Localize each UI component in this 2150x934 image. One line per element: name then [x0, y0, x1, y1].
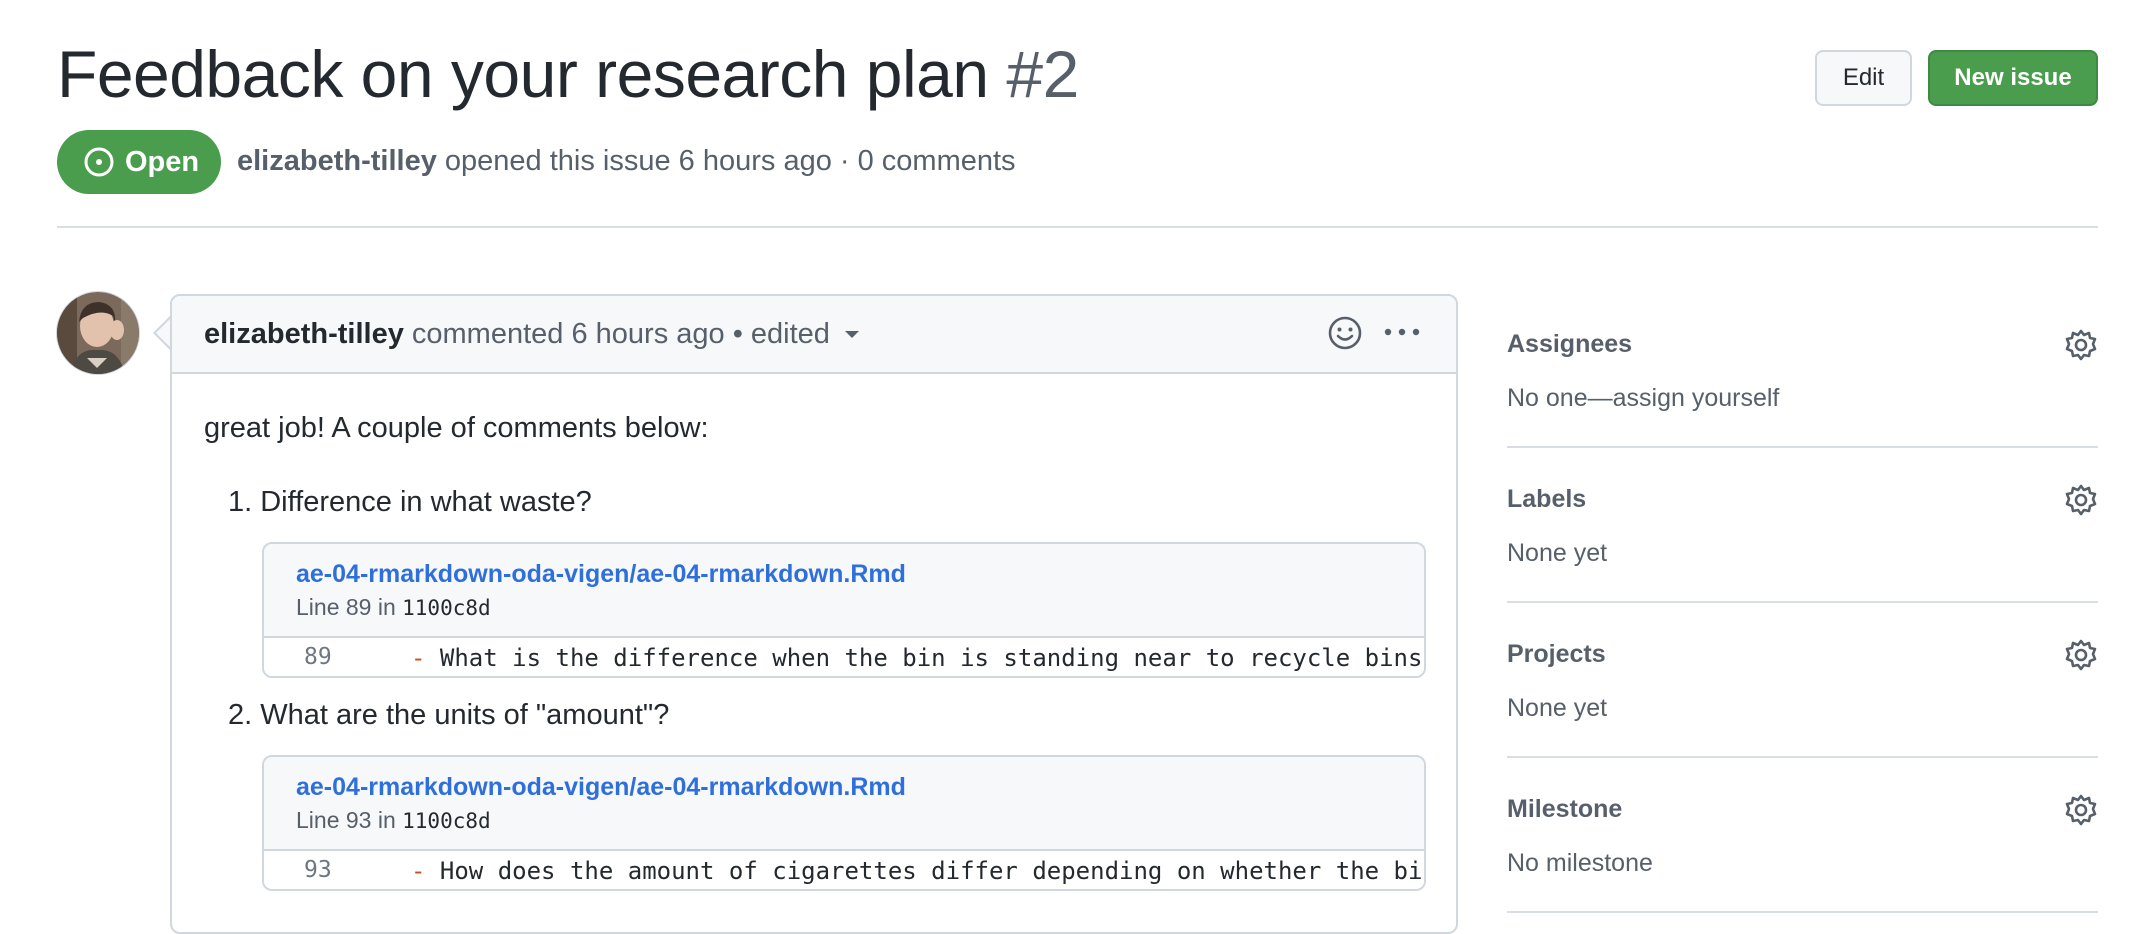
code-text: - How does the amount of cigarettes diff…: [411, 857, 1424, 885]
projects-value: None yet: [1507, 694, 1608, 722]
comment-intro: great job! A couple of comments below:: [204, 412, 709, 444]
milestone-value: No milestone: [1507, 849, 1653, 877]
status-label: Open: [125, 145, 200, 178]
issue-number: #2: [1006, 37, 1079, 111]
avatar-image: [57, 292, 139, 374]
sidebar-divider: [1507, 601, 2098, 603]
sidebar-divider: [1507, 446, 2098, 448]
new-issue-button[interactable]: New issue: [1928, 50, 2098, 106]
gear-icon[interactable]: [2064, 483, 2098, 517]
line-label: Line 93 in: [296, 807, 396, 833]
code-reference-2: ae-04-rmarkdown-oda-vigen/ae-04-rmarkdow…: [262, 755, 1426, 891]
comment-author-link[interactable]: elizabeth-tilley: [204, 318, 404, 350]
gear-icon[interactable]: [2064, 328, 2098, 362]
code-content: What is the difference when the bin is s…: [439, 644, 1423, 672]
code-line: 93 - How does the amount of cigarettes d…: [264, 851, 1424, 889]
sidebar-divider: [1507, 911, 2098, 913]
gear-icon[interactable]: [2064, 638, 2098, 672]
code-dash: -: [411, 857, 426, 885]
issue-open-icon: [84, 147, 114, 177]
comment-meta: elizabeth-tilley commented 6 hours ago •…: [204, 318, 860, 351]
list-item: 2. What are the units of "amount"?: [228, 699, 670, 731]
comment-box: elizabeth-tilley commented 6 hours ago •…: [170, 294, 1458, 934]
comment-time[interactable]: commented 6 hours ago: [412, 318, 725, 350]
sidebar-milestone: Milestone No milestone: [1507, 791, 2098, 913]
sidebar-labels: Labels None yet: [1507, 481, 2098, 603]
issue-author-link[interactable]: elizabeth-tilley: [237, 145, 437, 177]
smiley-reaction-icon[interactable]: [1327, 315, 1363, 351]
edited-dropdown[interactable]: • edited: [733, 318, 860, 350]
projects-title: Projects: [1507, 640, 1606, 668]
status-badge: Open: [57, 130, 221, 194]
issue-meta: elizabeth-tilley opened this issue 6 hou…: [237, 145, 1016, 178]
sidebar-projects: Projects None yet: [1507, 636, 2098, 758]
gear-icon[interactable]: [2064, 793, 2098, 827]
file-path-link[interactable]: ae-04-rmarkdown-oda-vigen/ae-04-rmarkdow…: [296, 773, 906, 802]
assign-yourself-link[interactable]: No one—assign yourself: [1507, 384, 1779, 413]
line-number: 93: [304, 857, 332, 883]
issue-title: Feedback on your research plan #2: [57, 36, 1079, 112]
comment-header: elizabeth-tilley commented 6 hours ago •…: [172, 296, 1456, 374]
avatar[interactable]: [56, 291, 140, 375]
code-text: - What is the difference when the bin is…: [411, 644, 1422, 672]
issue-title-text: Feedback on your research plan: [57, 37, 989, 111]
commit-sha-link[interactable]: 1100c8d: [402, 596, 491, 620]
code-line: 89 - What is the difference when the bin…: [264, 638, 1424, 676]
edit-button[interactable]: Edit: [1815, 50, 1912, 106]
milestone-title: Milestone: [1507, 795, 1623, 823]
line-reference: Line 89 in 1100c8d: [296, 594, 491, 621]
code-reference-header: ae-04-rmarkdown-oda-vigen/ae-04-rmarkdow…: [264, 544, 1424, 638]
edited-label: • edited: [732, 318, 830, 350]
sidebar-divider: [1507, 756, 2098, 758]
labels-title: Labels: [1507, 485, 1587, 513]
line-label: Line 89 in: [296, 594, 396, 620]
sidebar-assignees: Assignees No one—assign yourself: [1507, 326, 2098, 448]
list-item: 1. Difference in what waste?: [228, 486, 592, 518]
line-reference: Line 93 in 1100c8d: [296, 807, 491, 834]
code-dash: -: [411, 644, 426, 672]
commit-sha-link[interactable]: 1100c8d: [402, 809, 491, 833]
labels-value: None yet: [1507, 539, 1608, 567]
line-number: 89: [304, 644, 332, 670]
assignees-title: Assignees: [1507, 330, 1633, 358]
more-options-icon[interactable]: [1382, 314, 1422, 350]
header-divider: [57, 226, 2098, 228]
issue-opened-text: opened this issue 6 hours ago · 0 commen…: [444, 145, 1016, 177]
code-content: How does the amount of cigarettes differ…: [439, 857, 1424, 885]
code-reference-header: ae-04-rmarkdown-oda-vigen/ae-04-rmarkdow…: [264, 757, 1424, 851]
chevron-down-icon: [844, 331, 859, 339]
file-path-link[interactable]: ae-04-rmarkdown-oda-vigen/ae-04-rmarkdow…: [296, 560, 906, 589]
code-reference-1: ae-04-rmarkdown-oda-vigen/ae-04-rmarkdow…: [262, 542, 1426, 678]
